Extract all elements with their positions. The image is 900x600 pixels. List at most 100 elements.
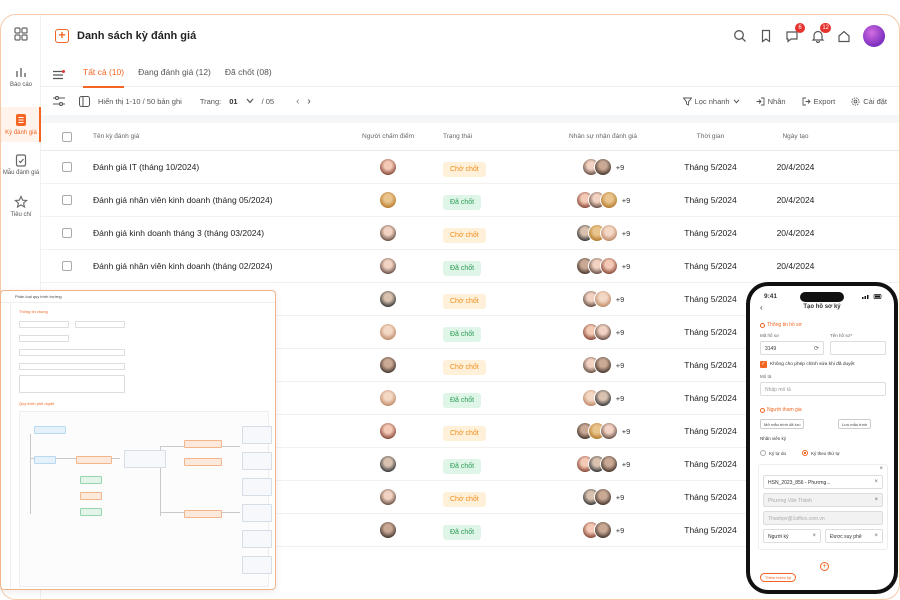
- gear-icon: [851, 96, 860, 106]
- add-step-button[interactable]: Thêm bước ký: [760, 573, 796, 582]
- flow-node[interactable]: [34, 456, 56, 464]
- refresh-icon: ⟳: [813, 346, 819, 352]
- chat-button[interactable]: 6: [785, 23, 805, 43]
- review-name[interactable]: Đánh giá nhân viên kinh doanh (tháng 02/…: [93, 261, 343, 271]
- flow-card[interactable]: [242, 530, 272, 548]
- review-time: Tháng 5/2024: [684, 525, 737, 535]
- person-select[interactable]: Phương Văn Thành ×: [763, 493, 883, 507]
- settings-button[interactable]: Cài đặt: [851, 97, 887, 106]
- notification-button[interactable]: 12: [811, 23, 831, 44]
- radio-order-sign[interactable]: Ký theo thứ tự: [802, 450, 840, 456]
- row-checkbox[interactable]: [62, 261, 72, 271]
- tab-closed[interactable]: Đã chốt (08): [225, 57, 272, 87]
- radio-free-sign[interactable]: Ký tự do: [760, 450, 786, 456]
- avatar: [599, 257, 618, 275]
- avatar: [379, 224, 397, 242]
- role-select[interactable]: Người ký ×: [763, 529, 821, 543]
- chevron-down-icon[interactable]: [246, 98, 254, 104]
- avatar: [379, 521, 397, 539]
- flow-card[interactable]: [242, 426, 272, 444]
- review-name[interactable]: Đánh giá IT (tháng 10/2024): [93, 162, 343, 172]
- flow-node[interactable]: [80, 476, 102, 484]
- row-checkbox[interactable]: [62, 228, 72, 238]
- sliders-icon[interactable]: [53, 96, 65, 106]
- sidebar-item-label: Kỳ đánh giá: [5, 130, 37, 136]
- flow-node[interactable]: [80, 492, 102, 500]
- next-page-icon[interactable]: ›: [307, 96, 310, 107]
- import-button[interactable]: Nhân: [756, 97, 786, 106]
- review-time: Tháng 5/2024: [684, 294, 737, 304]
- avatar: [599, 455, 618, 473]
- sidebar-item-template[interactable]: Mẫu đánh giá: [1, 153, 41, 176]
- prev-page-icon[interactable]: ‹: [296, 96, 299, 107]
- apps-grid-icon[interactable]: [1, 27, 41, 44]
- sidebar-item-criteria[interactable]: Tiêu chí: [1, 195, 41, 218]
- flow-card[interactable]: [242, 504, 272, 522]
- table-row[interactable]: Đánh giá nhân viên kinh doanh (tháng 05/…: [41, 184, 899, 217]
- flow-node[interactable]: [34, 426, 66, 434]
- table-row[interactable]: Đánh giá kinh doanh tháng 3 (tháng 03/20…: [41, 217, 899, 250]
- preview-textarea: [19, 375, 125, 393]
- more-count: +9: [621, 459, 631, 469]
- status-badge: Chờ chốt: [443, 425, 486, 441]
- home-icon[interactable]: [837, 29, 851, 43]
- flow-card[interactable]: [242, 452, 272, 470]
- columns-icon[interactable]: [79, 95, 90, 107]
- search-icon[interactable]: [733, 29, 747, 43]
- export-button[interactable]: Export: [802, 97, 835, 106]
- table-row[interactable]: Đánh giá IT (tháng 10/2024) Chờ chốt +9 Thá…: [41, 151, 899, 184]
- avatar: [599, 191, 618, 209]
- review-name[interactable]: Đánh giá kinh doanh tháng 3 (tháng 03/20…: [93, 228, 343, 238]
- bookmark-icon[interactable]: [759, 29, 773, 43]
- row-checkbox[interactable]: [62, 162, 72, 172]
- tab-in-review[interactable]: Đang đánh giá (12): [138, 57, 211, 87]
- sidebar-item-report[interactable]: Báo cáo: [1, 65, 41, 88]
- flow-node[interactable]: [184, 510, 222, 518]
- record-count: Hiển thị 1-10 / 50 bản ghi: [98, 96, 182, 106]
- flow-node[interactable]: [124, 450, 166, 468]
- approve-select[interactable]: Được suy phê ×: [825, 529, 883, 543]
- avatar: [593, 389, 612, 407]
- name-input[interactable]: [830, 341, 886, 355]
- quick-filter-button[interactable]: Lọc nhanh: [682, 97, 740, 106]
- flow-card[interactable]: [242, 556, 272, 574]
- flow-node[interactable]: [76, 456, 112, 464]
- save-template-button[interactable]: Lưu mẫu trình: [838, 419, 872, 429]
- review-name[interactable]: Đánh giá nhân viên kinh doanh (tháng 05/…: [93, 195, 343, 205]
- document-select[interactable]: HSN_2023_856 - Phương... ×: [763, 475, 883, 489]
- flow-canvas[interactable]: [19, 411, 272, 587]
- no-edit-checkbox[interactable]: ✓ Không cho phép chỉnh sửa khi đã duyệt: [760, 361, 855, 368]
- code-input[interactable]: 3149 ⟳: [760, 341, 824, 355]
- preview-field: [19, 349, 125, 356]
- close-icon[interactable]: ×: [879, 466, 883, 472]
- more-count: +9: [615, 525, 625, 535]
- menu-icon[interactable]: [53, 67, 65, 79]
- open-template-button[interactable]: Mở mẫu trình đã lưu: [760, 419, 805, 429]
- sidebar-item-review-period[interactable]: Kỳ đánh giá: [1, 107, 41, 142]
- flow-node[interactable]: [184, 458, 222, 466]
- flow-node[interactable]: [184, 440, 222, 448]
- header-receivers: Nhân sự nhận đánh giá: [569, 133, 637, 140]
- add-signer-button[interactable]: +: [820, 562, 829, 571]
- divider: [41, 115, 899, 123]
- filter-tabs: Tất cả (10) Đang đánh giá (12) Đã chốt (…: [41, 57, 899, 88]
- more-count: +9: [615, 492, 625, 502]
- desc-input[interactable]: Nhập mô tả: [760, 382, 886, 396]
- avatar: [593, 521, 612, 539]
- tab-all[interactable]: Tất cả (10): [83, 57, 125, 88]
- email-field[interactable]: Thanhpv@1office.com.vn: [763, 511, 883, 525]
- row-checkbox[interactable]: [62, 195, 72, 205]
- user-avatar[interactable]: [863, 25, 885, 47]
- more-count: +9: [621, 228, 631, 238]
- table-toolbar: Hiển thị 1-10 / 50 bản ghi Trang: 01 / 0…: [41, 87, 899, 115]
- page-select[interactable]: 01: [229, 97, 237, 106]
- flow-node[interactable]: [80, 508, 102, 516]
- more-count: +9: [621, 426, 631, 436]
- flow-card[interactable]: [242, 478, 272, 496]
- clipboard-check-icon: [15, 154, 27, 167]
- status-badge: Đã chốt: [443, 194, 482, 210]
- table-row[interactable]: Đánh giá nhân viên kinh doanh (tháng 02/…: [41, 250, 899, 283]
- add-button[interactable]: +: [55, 29, 69, 43]
- avatar: [593, 290, 612, 308]
- select-all-checkbox[interactable]: [62, 131, 72, 142]
